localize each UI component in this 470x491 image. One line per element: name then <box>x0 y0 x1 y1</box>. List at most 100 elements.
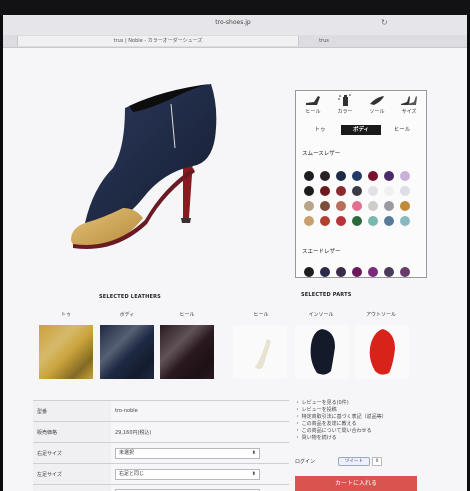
color-swatch[interactable] <box>352 267 362 277</box>
selected-leathers-heading: SELECTED LEATHERS <box>99 294 161 300</box>
spec-key: 型番 <box>33 400 111 422</box>
color-swatch[interactable] <box>304 201 314 211</box>
table-row: 左足サイズ 右足と同じ ⬍ <box>33 463 289 485</box>
tab-noble[interactable]: trus | Noble - カラーオーダーシューズ <box>17 36 299 46</box>
smooth-leather-label: スムースレザー <box>302 151 341 157</box>
leather-label-toe: トゥ <box>60 312 71 318</box>
color-swatch[interactable] <box>368 171 378 181</box>
color-swatch[interactable] <box>384 216 394 226</box>
color-swatch[interactable] <box>400 171 410 181</box>
color-swatch[interactable] <box>304 267 314 277</box>
leather-tile-body <box>100 325 154 379</box>
category-heel[interactable]: ヒール <box>298 93 328 115</box>
category-row: ヒール カラー ソール サイズ <box>296 93 426 123</box>
color-swatch[interactable] <box>352 216 362 226</box>
heel-part-shape <box>255 339 271 369</box>
table-row: ⬍ <box>33 484 289 491</box>
link-continue-shopping[interactable]: ・ 買い物を続ける <box>295 435 445 442</box>
add-to-cart-button[interactable]: カートに入れる <box>295 476 417 491</box>
link-view-reviews[interactable]: ・ レビューを見る(0件) <box>295 400 445 407</box>
color-swatch[interactable] <box>400 216 410 226</box>
suede-leather-label: スエードレザー <box>302 249 341 255</box>
color-swatch[interactable] <box>384 186 394 196</box>
tab-strip: trus | Noble - カラーオーダーシューズ trus <box>3 35 467 48</box>
table-row: 型番 tro-noble <box>33 400 289 422</box>
color-swatch[interactable] <box>304 216 314 226</box>
category-label: ソール <box>369 109 385 115</box>
category-label: ヒール <box>305 109 321 115</box>
spec-key <box>33 484 111 491</box>
color-swatch[interactable] <box>320 171 330 181</box>
spray-color-icon <box>338 94 351 106</box>
select-value: 右足と同じ <box>119 470 145 477</box>
color-swatch[interactable] <box>336 267 346 277</box>
category-color[interactable]: カラー <box>330 93 360 115</box>
spec-key: 左足サイズ <box>33 463 111 485</box>
color-swatch[interactable] <box>368 267 378 277</box>
product-links: ・ レビューを見る(0件) ・ レビューを投稿 ・ 特定商取引法に基づく表記（返… <box>295 400 445 442</box>
url-text[interactable]: tro-shoes.jp <box>153 19 313 26</box>
heel-shoe-icon <box>306 96 320 105</box>
link-tell-friend[interactable]: ・ この商品を友達に教える <box>295 421 445 428</box>
color-swatch[interactable] <box>336 216 346 226</box>
color-swatch[interactable] <box>320 216 330 226</box>
spec-value: 29,160円(税込) <box>111 421 289 443</box>
color-swatch[interactable] <box>400 201 410 211</box>
tweet-button[interactable]: ツイート <box>338 457 370 466</box>
color-swatch[interactable] <box>336 186 346 196</box>
color-swatch[interactable] <box>320 201 330 211</box>
login-link[interactable]: ログイン <box>295 458 315 465</box>
part-label-outsole: アウトソール <box>365 312 396 318</box>
link-post-review[interactable]: ・ レビューを投稿 <box>295 407 445 414</box>
category-sole[interactable]: ソール <box>362 93 392 115</box>
insole-part-shape <box>310 329 335 375</box>
spec-key: 販売価格 <box>33 421 111 443</box>
tab-part-body[interactable]: ボディ <box>341 125 381 135</box>
tab-part-toe[interactable]: トゥ <box>300 125 340 135</box>
select-value: 未選択 <box>119 449 135 456</box>
browser-window: tro-shoes.jp ↻ trus | Noble - カラーオーダーシュー… <box>3 15 467 491</box>
color-swatch[interactable] <box>384 171 394 181</box>
selected-parts-heading: SELECTED PARTS <box>301 292 352 298</box>
outsole-part-shape <box>369 329 395 375</box>
part-tile-insole <box>295 325 349 379</box>
tab-trus[interactable]: trus <box>299 36 349 46</box>
left-size-select[interactable]: 右足と同じ ⬍ <box>115 468 260 480</box>
color-swatch[interactable] <box>384 267 394 277</box>
leather-label-body: ボディ <box>119 312 135 318</box>
link-inquiry[interactable]: ・ この商品について問い合わせる <box>295 428 445 435</box>
color-swatch[interactable] <box>400 267 410 277</box>
reload-icon[interactable]: ↻ <box>381 18 388 27</box>
color-swatch[interactable] <box>368 216 378 226</box>
customizer-panel: ヒール カラー ソール サイズ トゥ ボディ ヒール スムースレザー スエードレ… <box>295 90 427 278</box>
color-swatch[interactable] <box>320 186 330 196</box>
color-swatch[interactable] <box>336 171 346 181</box>
heel-tip <box>181 218 191 223</box>
monitor-bezel <box>0 0 470 16</box>
link-legal-notice[interactable]: ・ 特定商取引法に基づく表記（返品等） <box>295 414 445 421</box>
size-shoes-icon <box>401 96 417 105</box>
color-swatch[interactable] <box>384 201 394 211</box>
dropdown-arrow-icon: ⬍ <box>251 449 256 456</box>
color-swatch[interactable] <box>304 171 314 181</box>
color-swatch[interactable] <box>368 201 378 211</box>
category-label: カラー <box>337 109 353 115</box>
table-row: 右足サイズ 未選択 ⬍ <box>33 442 289 464</box>
color-swatch[interactable] <box>368 186 378 196</box>
leather-tile-toe <box>39 325 93 379</box>
color-swatch[interactable] <box>304 186 314 196</box>
tab-part-heel[interactable]: ヒール <box>382 125 422 135</box>
category-label: サイズ <box>401 109 417 115</box>
color-swatch[interactable] <box>400 186 410 196</box>
color-swatch[interactable] <box>352 171 362 181</box>
color-swatch[interactable] <box>320 267 330 277</box>
right-size-select[interactable]: 未選択 ⬍ <box>115 447 260 459</box>
dropdown-arrow-icon: ⬍ <box>251 470 256 477</box>
color-swatch[interactable] <box>352 186 362 196</box>
spec-value: tro-noble <box>111 400 289 422</box>
category-size[interactable]: サイズ <box>394 93 424 115</box>
color-swatch[interactable] <box>336 201 346 211</box>
shoe-preview[interactable] <box>43 68 243 268</box>
color-swatch[interactable] <box>352 201 362 211</box>
address-bar[interactable]: tro-shoes.jp ↻ <box>3 15 467 36</box>
